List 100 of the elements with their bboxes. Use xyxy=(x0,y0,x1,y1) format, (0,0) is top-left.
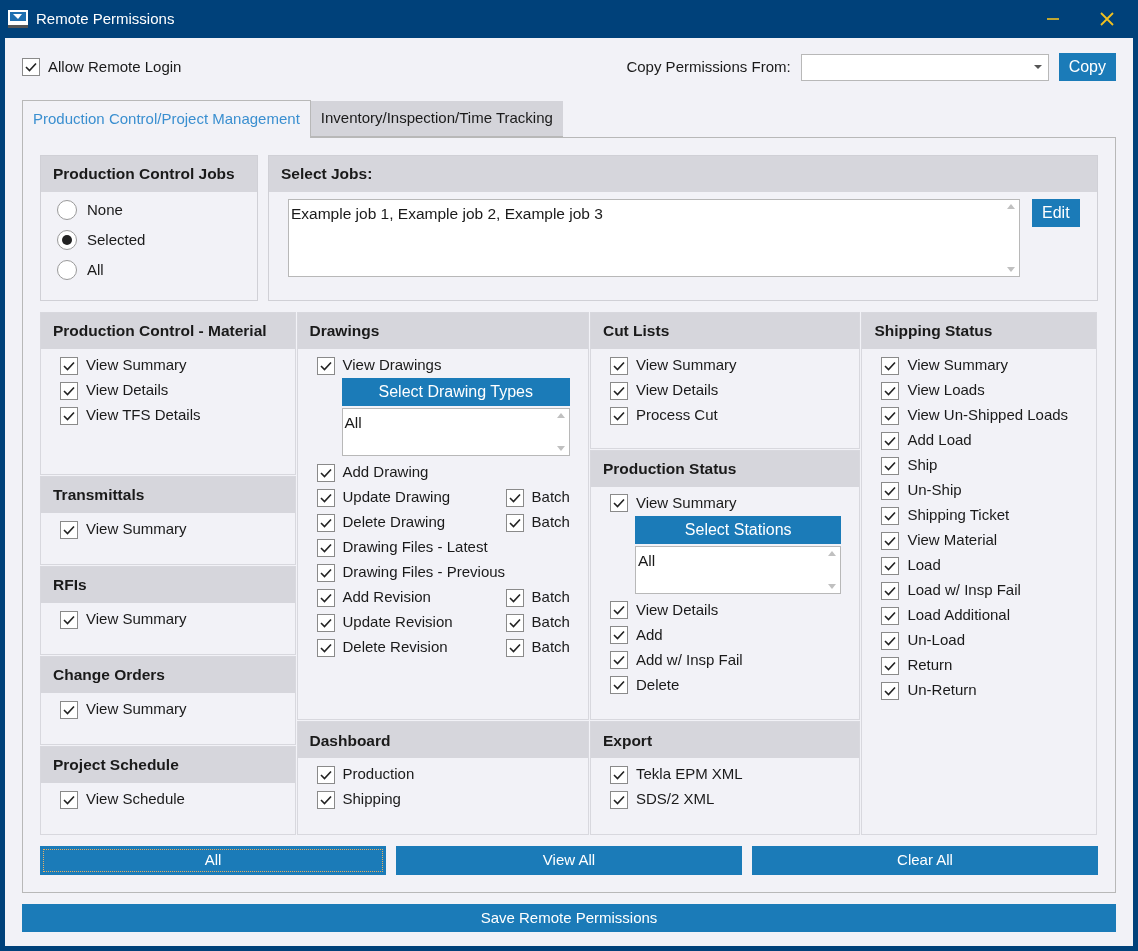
checkbox[interactable] xyxy=(316,463,335,482)
checkbox[interactable] xyxy=(609,651,628,670)
action-button[interactable]: All xyxy=(40,846,386,875)
checkbox[interactable] xyxy=(316,765,335,784)
checkbox-label: View Summary xyxy=(635,493,737,513)
check-icon xyxy=(319,592,332,603)
checkbox-label: Un-Load xyxy=(907,630,965,651)
check-icon xyxy=(884,485,897,496)
checkbox[interactable] xyxy=(609,356,628,375)
checkbox-label: View Summary xyxy=(635,355,737,376)
checkbox[interactable] xyxy=(316,538,335,557)
checkbox[interactable] xyxy=(609,676,628,695)
checkbox[interactable] xyxy=(22,58,40,76)
checkbox[interactable] xyxy=(881,531,900,550)
checkbox[interactable] xyxy=(316,356,335,375)
checkbox[interactable] xyxy=(60,610,78,629)
checkbox[interactable] xyxy=(609,765,628,784)
checkbox[interactable] xyxy=(505,613,524,632)
checkbox[interactable] xyxy=(881,631,900,650)
action-button[interactable]: View All xyxy=(396,846,742,875)
radio-label: None xyxy=(87,199,123,220)
checkbox-label: Allow Remote Login xyxy=(48,56,182,77)
checkbox[interactable] xyxy=(881,606,900,625)
checkbox-label: Delete xyxy=(635,675,680,695)
checkbox[interactable] xyxy=(60,700,78,719)
checkbox[interactable] xyxy=(881,581,900,600)
check-icon xyxy=(612,360,625,371)
checkbox[interactable] xyxy=(609,790,628,809)
check-icon xyxy=(884,510,897,521)
tab[interactable]: Production Control/Project Management xyxy=(22,100,311,138)
select-button[interactable]: Select Drawing Types xyxy=(341,378,570,406)
check-icon xyxy=(508,592,521,603)
copy-button[interactable]: Copy xyxy=(1058,53,1116,81)
checkbox[interactable] xyxy=(609,494,628,513)
tab[interactable]: Inventory/Inspection/Time Tracking xyxy=(310,101,563,137)
checkbox[interactable] xyxy=(609,601,628,620)
checkbox-label: Load w/ Insp Fail xyxy=(907,580,1021,601)
checkbox-label: View Details xyxy=(86,380,169,401)
checkbox-label: View Summary xyxy=(86,609,187,630)
checkbox[interactable] xyxy=(609,381,628,400)
checkbox[interactable] xyxy=(505,588,524,607)
check-icon xyxy=(508,517,521,528)
checkbox-label: Load xyxy=(907,555,941,576)
checkbox[interactable] xyxy=(316,613,335,632)
check-icon xyxy=(319,642,332,653)
checkbox[interactable] xyxy=(881,406,900,425)
checkbox[interactable] xyxy=(316,563,335,582)
checkbox[interactable] xyxy=(881,456,900,475)
checkbox-label: Drawing Files - Previous xyxy=(342,562,506,583)
checkbox[interactable] xyxy=(316,790,335,809)
section-header: Project Schedule xyxy=(41,747,295,783)
checkbox[interactable] xyxy=(505,488,524,507)
edit-button[interactable]: Edit xyxy=(1032,199,1080,227)
checkbox-label: Process Cut xyxy=(635,405,718,426)
check-icon xyxy=(612,680,625,691)
checkbox[interactable] xyxy=(881,556,900,575)
checkbox[interactable] xyxy=(881,506,900,525)
checkbox[interactable] xyxy=(316,513,335,532)
check-icon xyxy=(319,769,332,780)
checkbox[interactable] xyxy=(60,356,78,375)
radio-button[interactable] xyxy=(57,200,77,220)
close-icon[interactable] xyxy=(1100,11,1116,27)
checkbox-label: Delete Revision xyxy=(342,637,448,658)
checkbox[interactable] xyxy=(881,681,900,700)
checkbox-label: View Summary xyxy=(86,699,187,720)
checkbox[interactable] xyxy=(505,513,524,532)
radio-button[interactable] xyxy=(57,230,77,250)
checkbox[interactable] xyxy=(316,588,335,607)
checkbox-label: View Summary xyxy=(86,355,187,376)
check-icon xyxy=(319,567,332,578)
checkbox[interactable] xyxy=(881,481,900,500)
checkbox-label: Batch xyxy=(531,587,570,608)
checkbox[interactable] xyxy=(881,431,900,450)
checkbox[interactable] xyxy=(60,520,78,539)
check-icon xyxy=(612,794,625,805)
checkbox[interactable] xyxy=(60,790,78,809)
check-icon xyxy=(612,655,625,666)
checkbox[interactable] xyxy=(60,381,78,400)
check-icon xyxy=(63,524,75,535)
select-button[interactable]: Select Stations xyxy=(634,515,842,544)
checkbox[interactable] xyxy=(609,626,628,645)
action-button[interactable]: Clear All xyxy=(752,846,1098,875)
checkbox[interactable] xyxy=(881,356,900,375)
checkbox[interactable] xyxy=(316,488,335,507)
checkbox[interactable] xyxy=(881,381,900,400)
checkbox[interactable] xyxy=(881,656,900,675)
checkbox[interactable] xyxy=(505,638,524,657)
radio-label: Selected xyxy=(87,229,146,250)
check-icon xyxy=(319,360,332,371)
checkbox[interactable] xyxy=(316,638,335,657)
check-icon xyxy=(25,62,37,72)
checkbox[interactable] xyxy=(609,406,628,425)
save-button[interactable]: Save Remote Permissions xyxy=(22,904,1116,932)
section-header: Cut Lists xyxy=(590,313,860,349)
checkbox[interactable] xyxy=(60,406,78,425)
check-icon xyxy=(63,794,75,805)
section-header: Production Status xyxy=(590,450,860,487)
radio-button[interactable] xyxy=(57,260,77,280)
checkbox-label: View Summary xyxy=(86,519,187,540)
checkbox-label: Add Revision xyxy=(342,587,431,608)
